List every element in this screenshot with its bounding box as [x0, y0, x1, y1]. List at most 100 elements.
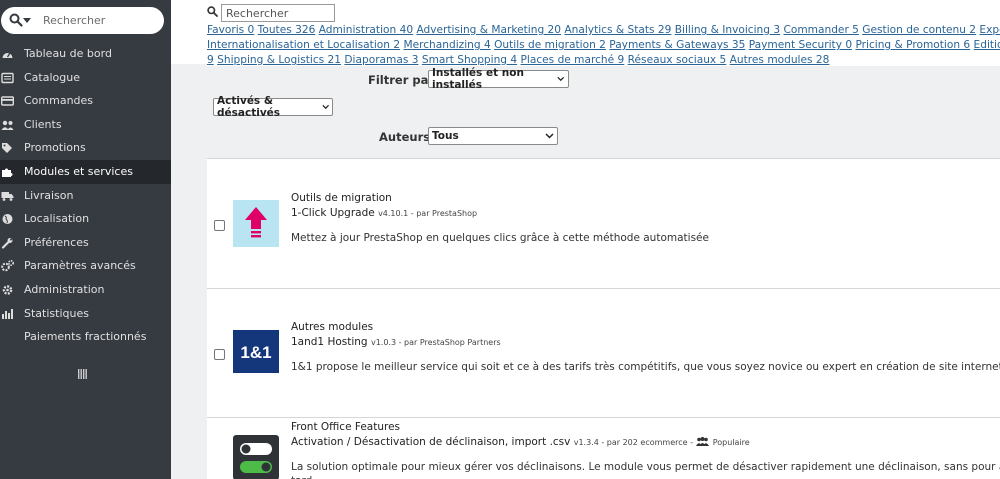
sidebar-item-clients[interactable]: Clients [0, 113, 171, 137]
module-category: Autres modules [291, 321, 374, 333]
authors-filter-select[interactable]: Tous [428, 127, 558, 145]
category-line-1: Favoris 0 Toutes 326 Administration 40 A… [207, 23, 1000, 38]
category-link[interactable]: Commander 5 [783, 24, 858, 36]
module-row: Front Office Features Activation / Désac… [207, 417, 1000, 479]
category-link[interactable]: Administration 40 [319, 24, 413, 36]
sidebar-item-modules-et-services[interactable]: Modules et services [0, 159, 171, 184]
1and1-logo-icon[interactable]: 1&1 [233, 330, 279, 373]
sidebar-search-input[interactable] [43, 12, 158, 29]
category-link[interactable]: Payment Security 0 [749, 39, 852, 51]
upgrade-arrow-icon[interactable] [233, 200, 279, 247]
status-filter-value: Activés & désactivés [217, 95, 281, 119]
category-link[interactable]: Outils de migration 2 [494, 39, 606, 51]
module-description: 1&1 propose le meilleur service qui soit… [291, 361, 1000, 373]
puzzle-icon [2, 168, 13, 177]
sidebar-item-livraison[interactable]: Livraison [0, 184, 171, 208]
sidebar-item-parametres-avances[interactable]: Paramètres avancés [0, 254, 171, 278]
sidebar-nav: Tableau de bord Catalogue Commandes Clie… [0, 42, 171, 349]
category-link[interactable]: Payments & Gateways 35 [609, 39, 745, 51]
search-icon [207, 6, 218, 17]
sidebar-item-label: Catalogue [24, 70, 80, 84]
orders-icon [1, 96, 14, 106]
category-link[interactable]: Réseaux sociaux 5 [628, 54, 727, 66]
category-line-3: 9 Shipping & Logistics 21 Diaporamas 3 S… [207, 53, 1000, 68]
category-link[interactable]: Shipping & Logistics 21 [217, 54, 341, 66]
chevron-down-icon [322, 104, 329, 110]
module-name[interactable]: 1-Click Upgrade [291, 207, 375, 219]
category-link[interactable]: Merchandizing 4 [403, 39, 490, 51]
main-content: Favoris 0 Toutes 326 Administration 40 A… [171, 0, 1000, 479]
category-link[interactable]: Exporter 3 [979, 24, 1000, 36]
search-icon[interactable] [9, 13, 23, 27]
sidebar-item-commandes[interactable]: Commandes [0, 89, 171, 113]
module-row: Outils de migration 1-Click Upgrade v4.1… [207, 158, 1000, 288]
category-link[interactable]: 9 [207, 54, 214, 66]
module-description: La solution optimale pour mieux gérer vo… [291, 461, 1000, 473]
category-links: Favoris 0 Toutes 326 Administration 40 A… [207, 23, 1000, 68]
module-name-line: 1-Click Upgrade v4.10.1 - par PrestaShop [291, 207, 477, 219]
module-meta: v1.3.4 - par 202 ecommerce - [573, 438, 693, 447]
chevron-down-icon [545, 133, 554, 139]
module-name-line: Activation / Désactivation de déclinaiso… [291, 436, 750, 448]
module-category: Outils de migration [291, 192, 392, 204]
category-link[interactable]: Toutes 326 [258, 24, 316, 36]
authors-label: Auteurs [379, 130, 431, 144]
wrench-icon [1, 237, 13, 249]
status-filter-select[interactable]: Activés & désactivés [213, 95, 333, 119]
sidebar-item-label: Tableau de bord [24, 47, 112, 60]
category-link[interactable]: Edition rapide / de masse [974, 39, 1000, 51]
sidebar-item-localisation[interactable]: Localisation [0, 207, 171, 231]
sidebar-item-paiements-fractionnes[interactable]: Paiements fractionnés [0, 325, 171, 349]
module-description: Mettez à jour PrestaShop en quelques cli… [291, 232, 709, 244]
sidebar-item-label: Promotions [24, 141, 86, 155]
category-link[interactable]: Advertising & Marketing 20 [416, 24, 561, 36]
sidebar-item-promotions[interactable]: Promotions [0, 136, 171, 160]
category-link[interactable]: Gestion de contenu 2 [862, 24, 976, 36]
sidebar-item-label: Clients [24, 117, 62, 131]
authors-filter-value: Tous [432, 130, 459, 142]
module-logo-bar [251, 235, 261, 238]
module-checkbox[interactable] [214, 349, 225, 360]
category-link[interactable]: Smart Shopping 4 [422, 54, 517, 66]
sidebar-item-catalogue[interactable]: Catalogue [0, 66, 171, 90]
sidebar-item-preferences[interactable]: Préférences [0, 231, 171, 255]
category-line-2: Internationalisation et Localisation 2 M… [207, 38, 1000, 53]
sidebar: Tableau de bord Catalogue Commandes Clie… [0, 0, 171, 479]
sidebar-item-label: Administration [24, 282, 105, 296]
sidebar-item-tableau-de-bord[interactable]: Tableau de bord [0, 42, 171, 66]
bar-chart-icon [2, 308, 13, 319]
chevron-down-icon [557, 76, 565, 82]
module-name[interactable]: Activation / Désactivation de déclinaiso… [291, 436, 570, 448]
sidebar-item-label: Livraison [24, 188, 74, 202]
collapse-bars-icon[interactable] [77, 368, 89, 380]
sidebar-item-label: Localisation [24, 212, 90, 226]
category-link[interactable]: Internationalisation et Localisation 2 [207, 39, 400, 51]
sidebar-item-label: Paramètres avancés [24, 259, 136, 273]
category-link[interactable]: Billing & Invoicing 3 [675, 24, 780, 36]
sidebar-item-label: Statistiques [24, 306, 89, 320]
module-search-input[interactable] [221, 4, 335, 22]
install-filter-value: Installés et non installés [432, 67, 524, 91]
toggle-switch-icon[interactable] [233, 435, 279, 479]
sidebar-item-label: Modules et services [24, 164, 133, 178]
install-filter-select[interactable]: Installés et non installés [428, 67, 569, 91]
category-link[interactable]: Pricing & Promotion 6 [855, 39, 970, 51]
truck-icon [1, 191, 14, 201]
left-gutter [171, 64, 207, 479]
sidebar-item-statistiques[interactable]: Statistiques [0, 302, 171, 326]
chevron-down-icon[interactable] [23, 18, 31, 23]
dashboard-icon [2, 52, 13, 58]
filter-by-label: Filtrer par [368, 73, 435, 87]
module-checkbox[interactable] [214, 220, 225, 231]
sidebar-item-label: Préférences [24, 235, 89, 249]
category-link[interactable]: Places de marché 9 [521, 54, 625, 66]
sidebar-search[interactable] [1, 7, 164, 34]
category-link[interactable]: Analytics & Stats 29 [564, 24, 671, 36]
module-name[interactable]: 1and1 Hosting [291, 336, 368, 348]
sidebar-item-label: Commandes [24, 94, 94, 108]
category-link[interactable]: Favoris 0 [207, 24, 254, 36]
sidebar-item-administration[interactable]: Administration [0, 278, 171, 302]
category-link[interactable]: Autres modules 28 [730, 54, 830, 66]
module-name-line: 1and1 Hosting v1.0.3 - par PrestaShop Pa… [291, 336, 501, 348]
category-link[interactable]: Diaporamas 3 [344, 54, 418, 66]
